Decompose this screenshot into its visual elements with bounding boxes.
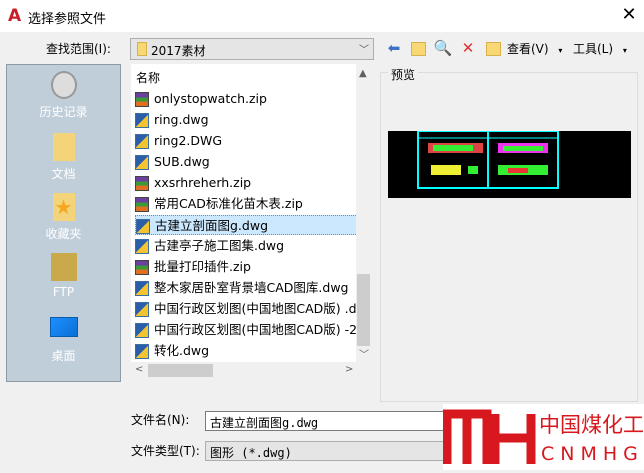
autocad-icon: A <box>8 6 22 26</box>
file-row[interactable]: 批量打印插件.zip <box>135 257 360 277</box>
vertical-scrollbar[interactable]: ▲ ﹀ <box>356 64 371 362</box>
file-row[interactable]: xxsrhreherh.zip <box>135 173 360 193</box>
file-name: 批量打印插件.zip <box>154 259 251 274</box>
file-row[interactable]: 中国行政区划图(中国地图CAD版) -2014 <box>135 320 360 340</box>
place-label: 文档 <box>51 167 76 181</box>
file-row[interactable]: 古建亭子施工图集.dwg <box>135 236 360 256</box>
tools-label: 工具(L) <box>573 42 614 56</box>
place-label: FTP <box>52 285 75 299</box>
file-list[interactable]: 名称 ^ onlystopwatch.zip ring.dwg ring2.DWG S… <box>131 64 371 362</box>
svg-text:CNMHG: CNMHG <box>541 443 644 465</box>
file-name: xxsrhreherh.zip <box>154 175 252 190</box>
folder-icon <box>137 42 147 56</box>
file-row[interactable]: 整木家居卧室背景墙CAD图库.dwg <box>135 278 360 298</box>
dwg-file-icon <box>135 344 149 359</box>
view-label: 查看(V) <box>507 42 549 56</box>
scroll-left-icon[interactable]: < <box>135 364 143 375</box>
file-name: SUB.dwg <box>154 154 210 169</box>
search-web-icon[interactable]: 🔍 <box>433 38 453 58</box>
dwg-file-icon <box>135 113 149 128</box>
place-history[interactable]: 历史记录 <box>7 71 120 120</box>
filename-label: 文件名(N): <box>131 413 190 427</box>
file-name: 中国行政区划图(中国地图CAD版) -2014 <box>154 322 360 337</box>
file-name: 古建立剖面图g.dwg <box>155 218 269 233</box>
file-row[interactable]: ring2.DWG <box>135 131 360 151</box>
file-name: 古建亭子施工图集.dwg <box>154 238 285 253</box>
file-name: onlystopwatch.zip <box>154 91 267 106</box>
file-name: 转化.dwg <box>154 343 210 358</box>
tools-menu[interactable]: 工具(L) ▾ <box>573 40 627 57</box>
zip-file-icon <box>135 197 149 212</box>
view-menu[interactable]: 查看(V) ▾ <box>507 40 562 57</box>
file-row[interactable]: 古建立剖面图g.dwg <box>135 215 360 235</box>
preview-group <box>380 72 638 402</box>
chevron-down-icon: ﹀ <box>359 45 369 56</box>
favorites-icon: ★ <box>52 193 75 221</box>
file-row[interactable]: 常用CAD标准化苗木表.zip <box>135 194 360 214</box>
place-desktop[interactable]: 桌面 <box>7 317 120 364</box>
zip-file-icon <box>135 92 149 107</box>
place-favorites[interactable]: ★ 收藏夹 <box>7 193 120 242</box>
preview-label: 预览 <box>388 66 419 83</box>
file-row[interactable]: 转化.dwg <box>135 341 360 361</box>
close-button[interactable]: ✕ <box>618 4 640 25</box>
back-icon[interactable]: ⬅ <box>384 38 404 58</box>
new-folder-icon <box>485 41 501 56</box>
place-label: 桌面 <box>51 349 76 363</box>
filetype-label: 文件类型(T): <box>131 444 200 458</box>
place-label: 收藏夹 <box>45 227 82 241</box>
place-documents[interactable]: 文档 <box>7 133 120 182</box>
svg-text:中国煤化工: 中国煤化工 <box>539 413 644 437</box>
lookin-dropdown[interactable]: 2017素材 ﹀ <box>130 38 374 60</box>
dwg-file-icon <box>135 323 149 338</box>
dwg-file-icon <box>135 134 149 149</box>
history-icon <box>50 71 77 99</box>
filename-input[interactable]: 古建立剖面图g.dwg <box>205 411 455 431</box>
scroll-right-icon[interactable]: > <box>345 364 353 375</box>
file-row[interactable]: SUB.dwg <box>135 152 360 172</box>
scroll-down-icon[interactable]: ﹀ <box>359 346 369 361</box>
window-title: 选择参照文件 <box>28 12 107 27</box>
new-folder-button[interactable] <box>483 38 503 58</box>
dwg-file-icon <box>136 219 150 234</box>
lookin-value: 2017素材 <box>151 44 206 58</box>
file-row[interactable]: onlystopwatch.zip <box>135 89 360 109</box>
lookin-label: 查找范围(I): <box>46 42 111 56</box>
dwg-file-icon <box>135 239 149 254</box>
scroll-thumb[interactable] <box>357 274 370 346</box>
sort-ascending-icon: ^ <box>279 64 288 70</box>
delete-icon[interactable]: ✕ <box>458 38 478 58</box>
desktop-icon <box>49 317 78 337</box>
dwg-file-icon <box>135 302 149 317</box>
file-name: ring2.DWG <box>154 133 223 148</box>
documents-icon <box>52 133 75 161</box>
up-folder-icon <box>410 41 426 56</box>
ftp-icon <box>50 253 77 281</box>
caret-down-icon: ▾ <box>622 46 627 55</box>
filetype-dropdown[interactable]: 图形 (*.dwg) <box>205 441 455 461</box>
horizontal-scrollbar[interactable]: < > <box>131 362 371 379</box>
scroll-thumb[interactable] <box>148 364 213 377</box>
file-row[interactable]: 中国行政区划图(中国地图CAD版) .dwg <box>135 299 360 319</box>
dwg-file-icon <box>135 155 149 170</box>
places-sidebar: 历史记录 文档 ★ 收藏夹 FTP 桌面 <box>6 64 121 382</box>
place-ftp[interactable]: FTP <box>7 253 120 299</box>
watermark-logo: 中国煤化工 CNMHG <box>442 404 644 470</box>
preview-image <box>388 130 631 198</box>
dwg-file-icon <box>135 281 149 296</box>
column-header-name[interactable]: 名称 <box>136 69 160 86</box>
zip-file-icon <box>135 176 149 191</box>
caret-down-icon: ▾ <box>558 46 563 55</box>
file-name: 整木家居卧室背景墙CAD图库.dwg <box>154 280 349 295</box>
up-folder-button[interactable] <box>408 38 428 58</box>
file-row[interactable]: ring.dwg <box>135 110 360 130</box>
file-name: 中国行政区划图(中国地图CAD版) .dwg <box>154 301 360 316</box>
file-name: 常用CAD标准化苗木表.zip <box>154 196 303 211</box>
zip-file-icon <box>135 260 149 275</box>
file-name: ring.dwg <box>154 112 209 127</box>
place-label: 历史记录 <box>39 105 88 119</box>
scroll-up-icon[interactable]: ▲ <box>359 68 367 79</box>
